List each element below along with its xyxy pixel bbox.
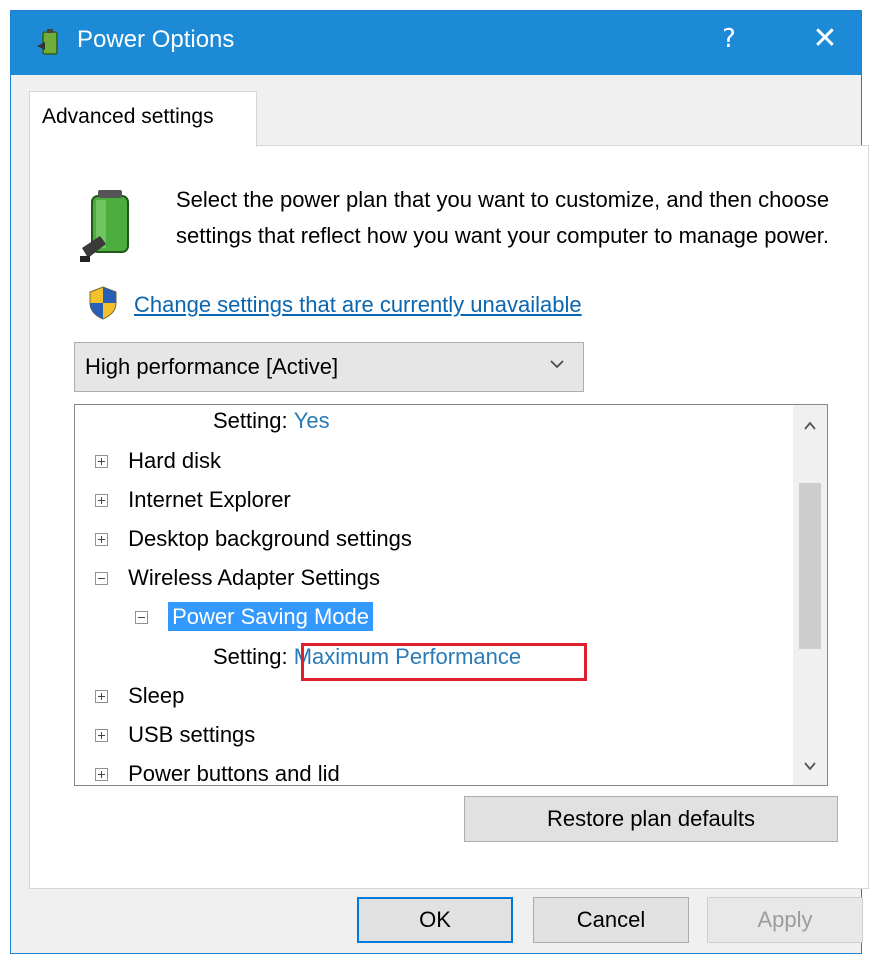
- tab-advanced-settings[interactable]: Advanced settings: [29, 91, 257, 147]
- expand-icon[interactable]: [95, 532, 108, 546]
- tree-item-sleep[interactable]: Sleep: [95, 682, 184, 718]
- restore-plan-defaults-button[interactable]: Restore plan defaults: [464, 796, 838, 842]
- ok-button[interactable]: OK: [357, 897, 513, 943]
- tree-item-power-buttons[interactable]: Power buttons and lid: [95, 760, 340, 786]
- expand-icon[interactable]: [95, 767, 108, 781]
- highlight-box: [301, 643, 587, 681]
- tree-item-label: Hard disk: [128, 448, 222, 474]
- tree-item-label: Power buttons and lid: [128, 761, 340, 786]
- power-options-window: Power Options ? ✕ Advanced settings Sele…: [10, 10, 869, 954]
- tree-row: Setting: Yes: [213, 407, 330, 443]
- battery-plug-icon: [80, 190, 129, 262]
- help-button[interactable]: ?: [709, 24, 749, 54]
- tab-label: Advanced settings: [42, 105, 214, 128]
- setting-value[interactable]: Yes: [294, 408, 330, 433]
- scroll-down-button[interactable]: [793, 749, 827, 783]
- tree-item-label: Sleep: [128, 683, 185, 709]
- uac-shield-icon: [89, 286, 117, 320]
- tree-item-usb-settings[interactable]: USB settings: [95, 721, 255, 757]
- collapse-icon[interactable]: [135, 610, 148, 624]
- tree-scrollbar[interactable]: [793, 405, 827, 785]
- tree-item-hard-disk[interactable]: Hard disk: [95, 447, 221, 483]
- tree-item-label: USB settings: [128, 722, 256, 748]
- close-button[interactable]: ✕: [803, 21, 847, 56]
- advanced-settings-panel: Select the power plan that you want to c…: [29, 145, 869, 889]
- cancel-button[interactable]: Cancel: [533, 897, 689, 943]
- apply-button: Apply: [707, 897, 863, 943]
- tree-item-label: Internet Explorer: [128, 487, 291, 513]
- tree-item-label: Power Saving Mode: [168, 602, 374, 632]
- tree-item-desktop-background[interactable]: Desktop background settings: [95, 525, 412, 561]
- power-plan-value: High performance [Active]: [85, 354, 339, 379]
- power-options-icon: [37, 29, 58, 55]
- chevron-down-icon: [804, 762, 816, 771]
- expand-icon[interactable]: [95, 689, 108, 703]
- tree-item-label: Desktop background settings: [128, 526, 412, 552]
- setting-label: Setting:: [213, 408, 288, 434]
- setting-label: Setting:: [213, 644, 288, 670]
- settings-tree[interactable]: Setting: Yes Hard disk Internet Explorer…: [74, 404, 828, 786]
- chevron-up-icon: [804, 421, 816, 430]
- collapse-icon[interactable]: [95, 571, 108, 585]
- tree-item-power-saving-mode[interactable]: Power Saving Mode: [135, 602, 374, 639]
- scroll-up-button[interactable]: [793, 409, 827, 443]
- title-bar[interactable]: Power Options ? ✕: [11, 11, 861, 75]
- scroll-thumb[interactable]: [799, 483, 821, 649]
- chevron-down-icon: [550, 360, 564, 369]
- change-settings-link[interactable]: Change settings that are currently unava…: [134, 292, 582, 318]
- tree-item-wireless-adapter[interactable]: Wireless Adapter Settings: [95, 564, 380, 600]
- window-title: Power Options: [77, 26, 235, 53]
- intro-text: Select the power plan that you want to c…: [176, 187, 830, 248]
- expand-icon[interactable]: [95, 493, 108, 507]
- tree-item-internet-explorer[interactable]: Internet Explorer: [95, 486, 291, 522]
- power-plan-dropdown[interactable]: High performance [Active]: [74, 342, 584, 392]
- tree-item-label: Wireless Adapter Settings: [128, 565, 381, 591]
- expand-icon[interactable]: [95, 728, 108, 742]
- expand-icon[interactable]: [95, 454, 108, 468]
